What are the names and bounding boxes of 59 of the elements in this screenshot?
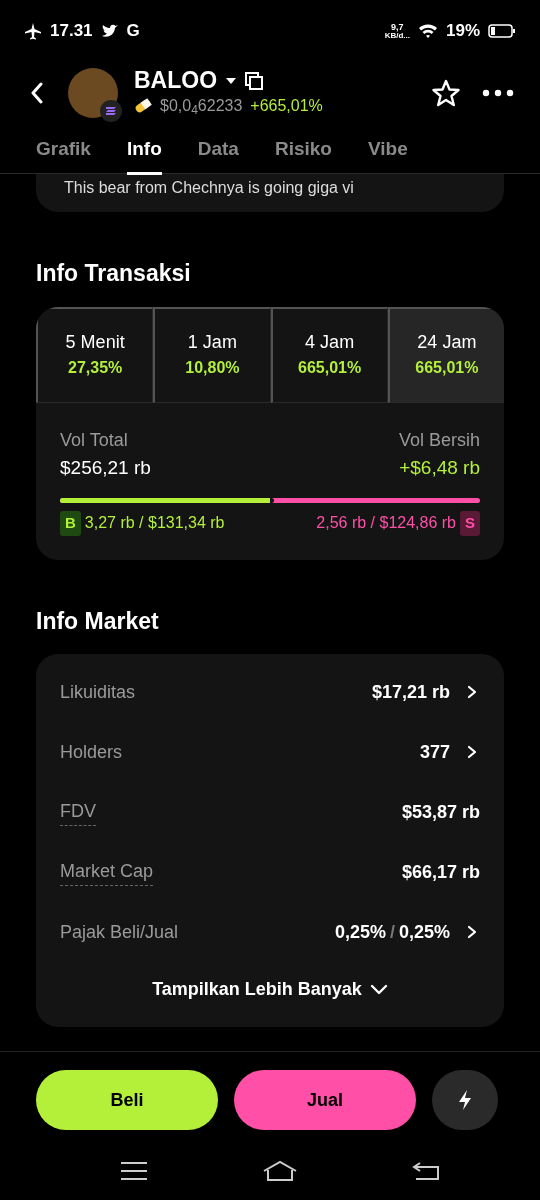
market-label: Pajak Beli/Jual <box>60 920 179 944</box>
battery-percent: 19% <box>445 20 480 43</box>
airplane-icon <box>24 22 42 40</box>
period-tab[interactable]: 4 Jam 665,01% <box>270 306 388 403</box>
lightning-icon <box>457 1089 473 1111</box>
buy-badge: B <box>60 511 81 536</box>
back-icon[interactable] <box>30 82 44 104</box>
carrier-letter: G <box>126 20 140 43</box>
vol-net-label: Vol Bersih <box>398 428 480 452</box>
vol-total-label: Vol Total <box>60 428 129 452</box>
copy-icon[interactable] <box>245 72 264 90</box>
tab[interactable]: Data <box>197 124 239 174</box>
market-value: $53,87 rb <box>401 800 480 824</box>
market-value: 377 <box>419 738 480 766</box>
tab[interactable]: Risiko <box>274 124 332 174</box>
bird-icon <box>100 23 119 39</box>
sell-stats: 2,56 rb / $124,86 rb <box>316 513 456 534</box>
period-tab[interactable]: 5 Menit 27,35% <box>36 306 154 403</box>
section-title: Info Market <box>36 606 160 636</box>
wifi-icon <box>417 23 438 39</box>
tab[interactable]: Grafik <box>36 124 91 174</box>
more-icon[interactable] <box>482 89 514 97</box>
status-time: 17.31 <box>50 20 93 43</box>
market-label: Market Cap <box>60 858 154 886</box>
sell-badge: S <box>460 511 480 536</box>
section-title: Info Transaksi <box>36 259 192 288</box>
buy-button[interactable]: Beli <box>36 1070 218 1130</box>
market-label: FDV <box>60 798 96 826</box>
tab[interactable]: Info <box>126 124 162 174</box>
market-label: Holders <box>60 740 123 764</box>
net-speed-unit: KB/d... <box>384 31 410 40</box>
net-speed-value: 9,7 <box>391 22 404 32</box>
vol-net-value: +$6,48 rb <box>399 455 480 480</box>
back-nav-icon[interactable] <box>412 1161 440 1181</box>
market-value: $17,21 rb <box>371 678 480 706</box>
market-label: Likuiditas <box>60 680 136 704</box>
menu-icon[interactable] <box>120 1161 148 1181</box>
sell-button[interactable]: Jual <box>234 1070 416 1130</box>
period-tab[interactable]: 1 Jam 10,80% <box>153 306 271 403</box>
star-icon[interactable] <box>432 79 460 107</box>
market-value: $66,17 rb <box>401 860 480 884</box>
battery-icon <box>488 24 516 38</box>
chevron-right-icon <box>466 925 478 939</box>
dropdown-caret-icon[interactable] <box>225 77 238 85</box>
chevron-right-icon <box>466 745 478 759</box>
price-change: +665,01% <box>250 95 323 116</box>
token-price: $0,0$_{4}$62233 <box>160 95 243 118</box>
show-more-button[interactable]: Tampilkan Lebih Banyak <box>152 962 388 1027</box>
home-icon[interactable] <box>262 1160 298 1182</box>
description-text: This bear from Chechnya is going giga vi <box>64 179 354 196</box>
chain-badge-icon <box>100 100 122 122</box>
tab[interactable]: Vibe <box>367 124 408 174</box>
period-tab[interactable]: 24 Jam 665,01% <box>387 306 504 403</box>
token-name: BALOO <box>134 68 218 94</box>
chevron-right-icon <box>466 685 478 699</box>
chevron-down-icon <box>369 983 388 996</box>
vol-total-value: $256,21 rb <box>60 455 151 480</box>
buy-stats: 3,27 rb / $131,34 rb <box>84 513 225 534</box>
market-value: 0,25% / 0,25% <box>334 918 480 946</box>
